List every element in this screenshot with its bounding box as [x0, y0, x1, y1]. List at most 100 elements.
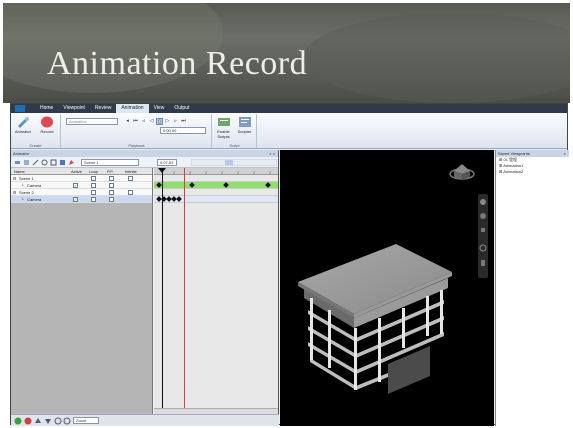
col-active: Active: [71, 169, 82, 174]
loop-checkbox[interactable]: [91, 197, 96, 202]
tree-row-scene-2[interactable]: ⊟ Scene 2: [11, 189, 152, 196]
play-icon[interactable]: ▷: [164, 118, 171, 125]
tab-view[interactable]: View: [149, 104, 170, 113]
rewind-icon[interactable]: ◂: [124, 118, 131, 125]
scale-icon[interactable]: [50, 159, 57, 166]
scene-select[interactable]: Scene 1: [81, 159, 139, 166]
animator-icon: [18, 117, 29, 128]
keyframe[interactable]: [223, 182, 229, 188]
tab-viewpoint[interactable]: Viewpoint: [58, 104, 90, 113]
tab-home[interactable]: Home: [35, 104, 58, 113]
add-scene-icon[interactable]: [23, 159, 30, 166]
timeline-track-camera-2[interactable]: [154, 196, 278, 203]
timeline-start-marker: [162, 168, 163, 414]
col-pp: P.P.: [107, 169, 114, 174]
pp-checkbox[interactable]: [109, 190, 114, 195]
animator-title: Animator: [13, 151, 30, 156]
infinite-checkbox[interactable]: [128, 176, 133, 181]
time-field[interactable]: 0:00.00: [160, 127, 206, 134]
translate-icon[interactable]: [32, 159, 39, 166]
keyframe[interactable]: [265, 182, 271, 188]
col-loop: Loop: [89, 169, 98, 174]
record-icon: [41, 116, 53, 128]
loop-checkbox[interactable]: [91, 183, 96, 188]
tree-row-camera-selected[interactable]: └ Camera ✓: [11, 196, 152, 203]
playback-controls-icon[interactable]: [191, 159, 277, 166]
loop-checkbox[interactable]: [91, 176, 96, 181]
snap-icon[interactable]: [68, 159, 75, 166]
move-down-icon[interactable]: [44, 417, 52, 425]
animator-button[interactable]: Animator: [12, 116, 34, 138]
step-back-icon[interactable]: ⏮: [132, 118, 139, 125]
tree-row-camera[interactable]: └ Camera ✓: [11, 182, 152, 189]
animation-select[interactable]: Animation: [66, 118, 118, 125]
close-icon[interactable]: × ×: [269, 150, 275, 157]
timeline-row-scene-1[interactable]: [154, 175, 278, 182]
col-infinite: Infinite: [125, 169, 137, 174]
viewcube-icon[interactable]: [449, 164, 475, 180]
application-menu-button[interactable]: [15, 105, 25, 112]
pause-icon[interactable]: ▯: [156, 118, 163, 125]
keyframe[interactable]: [176, 196, 182, 202]
pp-checkbox[interactable]: [109, 183, 114, 188]
slide: Animation Record Home Viewpoint Review A…: [3, 3, 570, 426]
keyframe[interactable]: [189, 182, 195, 188]
zoom-in-icon[interactable]: [63, 417, 71, 425]
timeline[interactable]: [154, 168, 278, 414]
keyframe[interactable]: [156, 182, 162, 188]
scripts-icon: [217, 118, 230, 126]
slide-title: Animation Record: [47, 45, 308, 82]
loop-checkbox[interactable]: [91, 190, 96, 195]
tree-line-icon: └: [21, 183, 24, 188]
record-button[interactable]: Record: [36, 116, 58, 138]
tree-line-icon: └: [21, 197, 24, 202]
ribbon-tab-bar: Home Viewpoint Review Animation View Out…: [11, 104, 567, 113]
expand-icon[interactable]: ⊟: [13, 175, 16, 182]
active-checkbox[interactable]: ✓: [73, 197, 78, 202]
tree-row-scene-1[interactable]: ⊟ Scene 1: [11, 175, 152, 182]
frame-back-icon[interactable]: ◃: [140, 118, 147, 125]
add-icon[interactable]: [14, 417, 22, 425]
building: [298, 244, 452, 394]
animator-time-field[interactable]: 0:07.53: [157, 159, 177, 166]
rotate-icon[interactable]: [41, 159, 48, 166]
infinite-checkbox[interactable]: [128, 190, 133, 195]
saved-viewpoints-panel: Saved Viewpoints × ⊞ 01 里程 ⊞ Animation1 …: [495, 150, 569, 426]
play-reverse-icon[interactable]: ◁: [148, 118, 155, 125]
move-up-icon[interactable]: [34, 417, 42, 425]
timeline-track-camera-1[interactable]: [154, 182, 278, 189]
expand-icon[interactable]: ⊟: [13, 189, 16, 196]
zoom-field[interactable]: Zoom: [73, 417, 99, 424]
capture-keyframe-icon[interactable]: [59, 159, 66, 166]
close-icon[interactable]: ×: [564, 150, 566, 157]
ruler-ticks-icon: [158, 168, 271, 175]
fast-forward-icon[interactable]: ⏭: [180, 118, 187, 125]
enable-scripts-button[interactable]: Enable Scripts: [213, 116, 234, 139]
pp-checkbox[interactable]: [109, 197, 114, 202]
frame-forward-icon[interactable]: ▹: [172, 118, 179, 125]
ribbon-group-create: Animator Record Create: [11, 114, 61, 148]
timeline-row-scene-2[interactable]: [154, 189, 278, 196]
ribbon: Animator Record Create Animation ◂ ⏮ ◃ ◁…: [11, 113, 567, 149]
delete-icon[interactable]: [24, 417, 32, 425]
tab-animation[interactable]: Animation: [116, 104, 149, 113]
viewpoint-item[interactable]: ⊞ Animation2: [496, 169, 569, 175]
row-name: Scene 1: [19, 176, 34, 181]
viewpoint-label: Animation2: [503, 169, 524, 174]
tab-review[interactable]: Review: [90, 104, 116, 113]
add-camera-icon[interactable]: [14, 159, 21, 166]
create-group-label: Create: [29, 143, 42, 148]
tab-output[interactable]: Output: [169, 104, 194, 113]
3d-viewport[interactable]: [280, 150, 494, 426]
record-label: Record: [40, 129, 54, 134]
scripter-button[interactable]: Scripter: [234, 116, 255, 138]
viewpoint-label: 01 里程: [503, 157, 518, 162]
timeline-ruler: [154, 168, 278, 175]
active-checkbox[interactable]: ✓: [73, 183, 78, 188]
navigation-bar[interactable]: [478, 194, 488, 278]
row-name: Camera: [27, 183, 42, 188]
animator-panel-title: Animator × ×: [11, 150, 278, 157]
pp-checkbox[interactable]: [109, 176, 114, 181]
playhead-marker[interactable]: [184, 168, 185, 414]
zoom-out-icon[interactable]: [54, 417, 62, 425]
